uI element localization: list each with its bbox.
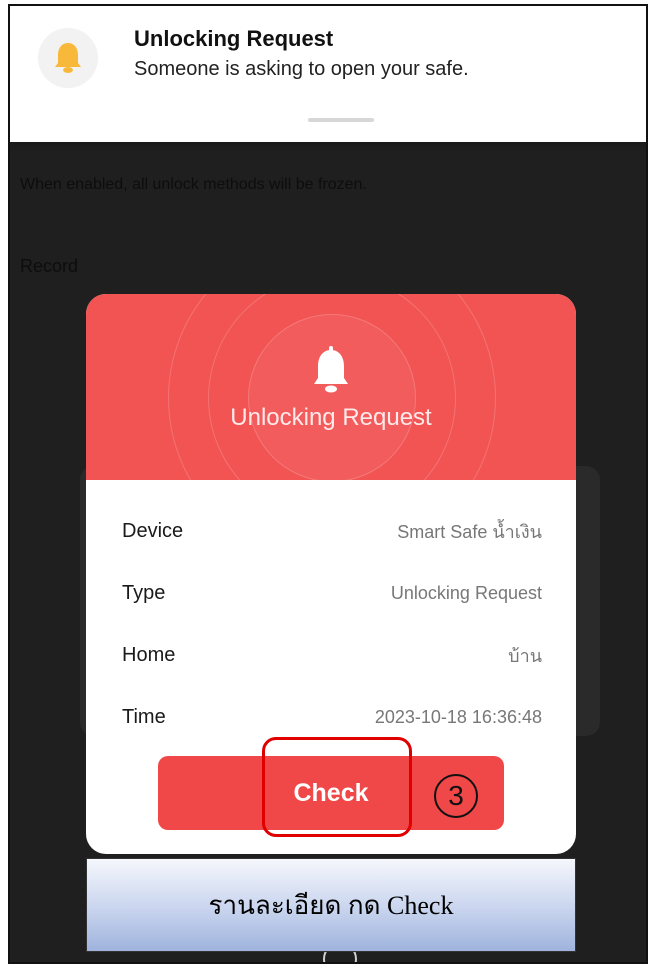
notification-icon-wrap — [38, 28, 98, 88]
notification-title: Unlocking Request — [134, 26, 334, 51]
header-ring — [248, 314, 416, 480]
push-notification[interactable]: Unlocking Request Someone is asking to o… — [10, 6, 646, 142]
detail-label: Device — [122, 519, 184, 542]
notification-drag-handle[interactable] — [308, 118, 374, 122]
instruction-caption: รานละเอียด กด Check — [86, 858, 576, 952]
dialog-header: Unlocking Request — [86, 294, 576, 480]
detail-list: Device Smart Safe น้ำเงิน Type Unlocking… — [86, 480, 576, 748]
detail-value: 2023-10-18 16:36:48 — [374, 706, 542, 727]
detail-label: Home — [122, 643, 176, 666]
bell-icon-white — [314, 346, 348, 393]
detail-row-home: Home บ้าน — [86, 624, 576, 686]
detail-value: Unlocking Request — [390, 582, 542, 603]
dialog-title: Unlocking Request — [230, 404, 432, 431]
freeze-hint-text: When enabled, all unlock methods will be… — [20, 176, 367, 193]
detail-value: Smart Safe น้ำเงิน — [397, 521, 542, 542]
bell-icon — [55, 43, 81, 73]
detail-value: บ้าน — [508, 645, 542, 666]
detail-row-device: Device Smart Safe น้ำเงิน — [86, 500, 576, 562]
notification-subtitle: Someone is asking to open your safe. — [134, 58, 469, 80]
step-number-badge: 3 — [434, 774, 478, 818]
detail-row-type: Type Unlocking Request — [86, 562, 576, 624]
detail-label: Time — [122, 705, 166, 728]
detail-label: Type — [122, 581, 166, 604]
check-button-highlight — [262, 737, 412, 837]
record-label: Record — [20, 256, 79, 276]
